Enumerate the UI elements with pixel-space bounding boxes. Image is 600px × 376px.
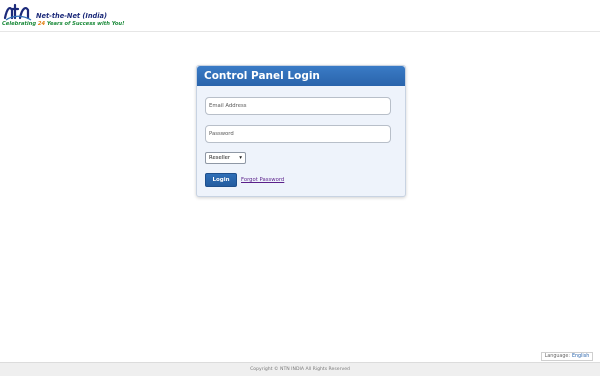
email-placeholder: Email Address [209, 103, 247, 109]
ntn-logo[interactable] [3, 2, 33, 22]
forgot-password-link[interactable]: Forgot Password [241, 177, 284, 183]
language-value[interactable]: English [572, 354, 589, 359]
copyright-text: Copyright © NTN INDIA All Rights Reserve… [250, 367, 350, 372]
tagline-years: 24 [37, 21, 46, 27]
password-placeholder: Password [209, 131, 234, 137]
site-footer: Copyright © NTN INDIA All Rights Reserve… [0, 362, 600, 376]
role-selected-value: Reseller [209, 155, 231, 161]
password-field[interactable]: Password [205, 125, 391, 143]
login-panel: Control Panel Login Email Address Passwo… [196, 65, 406, 197]
chevron-down-icon: ▾ [239, 155, 242, 161]
site-header: Net-the-Net (India) Celebrating 24 Years… [0, 0, 600, 32]
login-button[interactable]: Login [205, 173, 237, 187]
login-panel-header: Control Panel Login [197, 66, 405, 86]
language-label: Language: [544, 354, 570, 359]
language-selector[interactable]: Language: English [541, 352, 593, 361]
ntn-logo-icon [3, 3, 32, 21]
login-title: Control Panel Login [204, 70, 320, 82]
brand-name: Net-the-Net (India) [36, 12, 107, 20]
tagline-start: Celebrating [2, 21, 37, 27]
role-select[interactable]: Reseller ▾ [205, 152, 246, 164]
brand-tagline: Celebrating 24 Years of Success with You… [2, 21, 124, 27]
tagline-end: Years of Success with You! [46, 21, 125, 27]
email-field[interactable]: Email Address [205, 97, 391, 115]
